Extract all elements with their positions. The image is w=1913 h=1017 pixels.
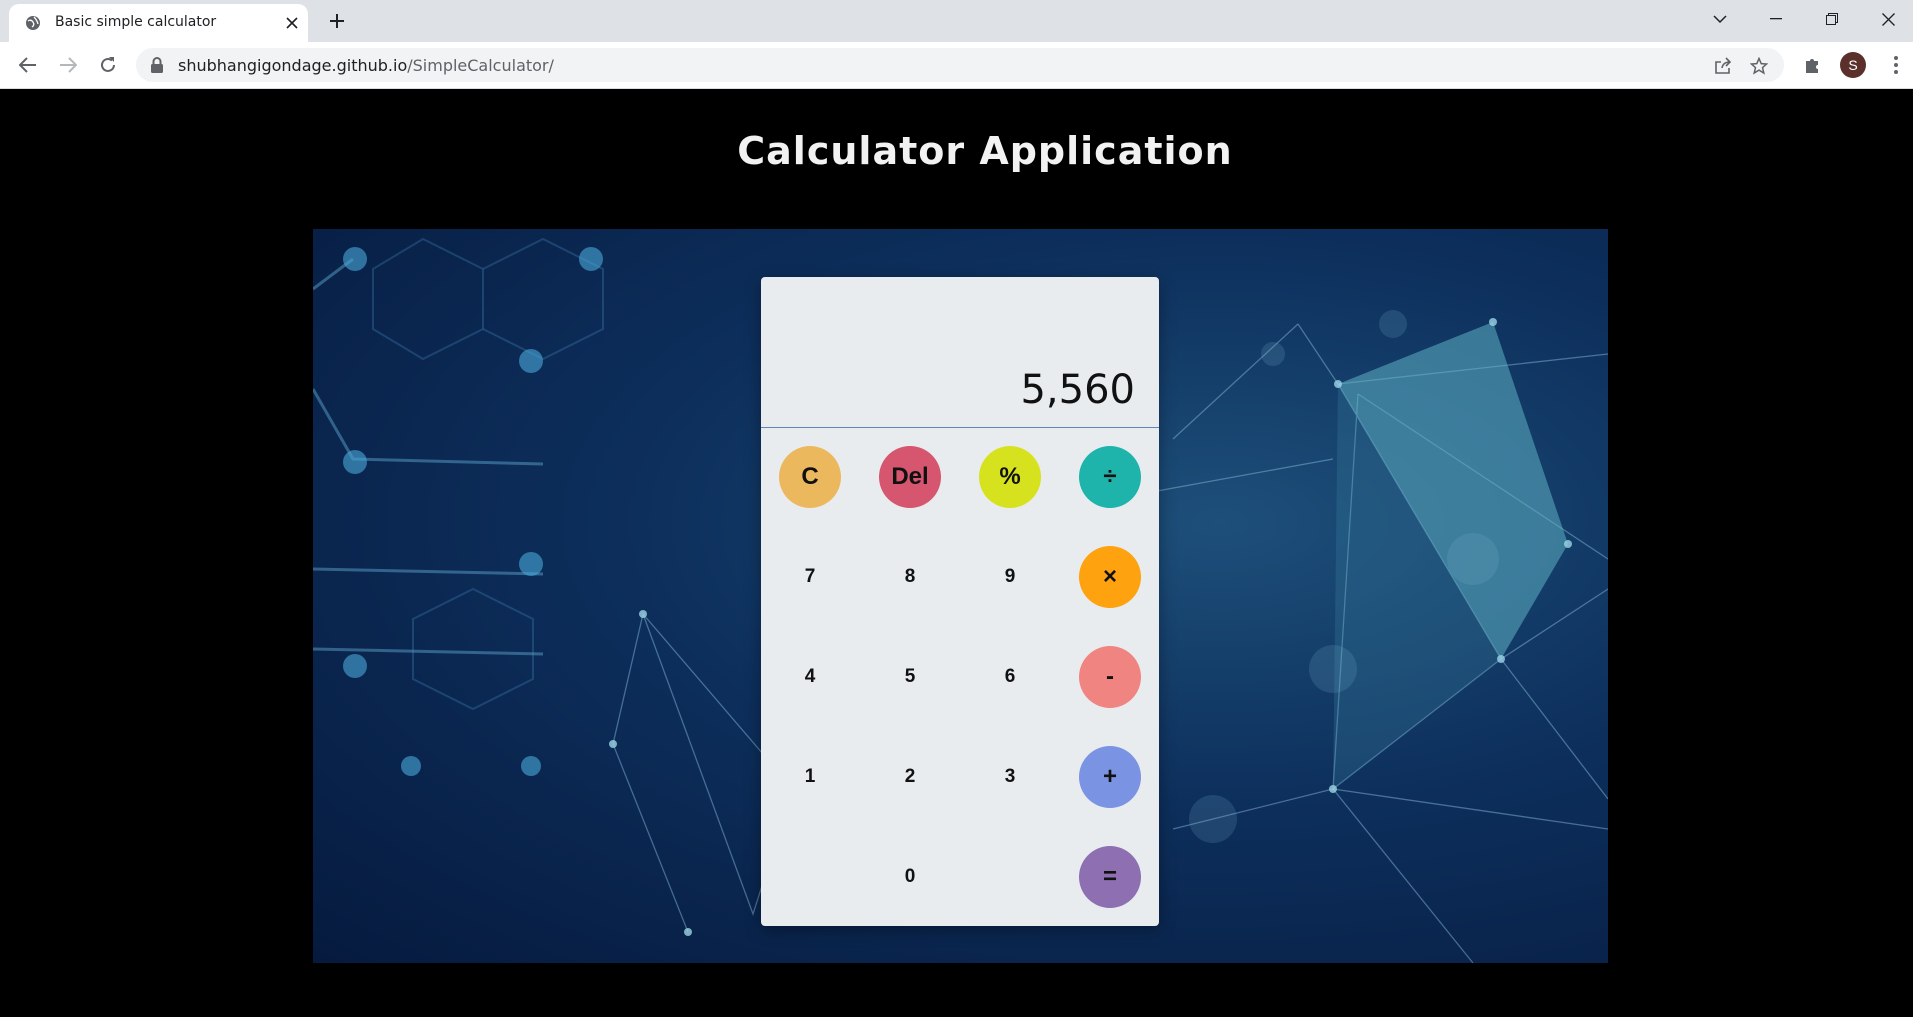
page-title: Calculator Application — [737, 129, 1233, 173]
delete-button[interactable]: Del — [879, 446, 941, 508]
digit-8-button[interactable]: 8 — [879, 546, 941, 608]
share-icon[interactable] — [1712, 55, 1734, 77]
digit-0-button[interactable]: 0 — [879, 846, 941, 908]
kebab-menu-icon[interactable] — [1882, 51, 1910, 79]
close-window-icon[interactable] — [1860, 0, 1913, 38]
tab-search-icon[interactable] — [1692, 0, 1748, 38]
browser-toolbar: shubhangigondage.github.io/SimpleCalcula… — [0, 42, 1913, 89]
url-text[interactable]: shubhangigondage.github.io/SimpleCalcula… — [178, 56, 554, 75]
digit-2-button[interactable]: 2 — [879, 746, 941, 808]
digit-4-button[interactable]: 4 — [779, 646, 841, 708]
reload-icon[interactable] — [92, 49, 124, 81]
star-icon[interactable] — [1748, 55, 1770, 77]
new-tab-button[interactable] — [320, 5, 354, 37]
percent-button[interactable]: % — [979, 446, 1041, 508]
multiply-button[interactable]: × — [1079, 546, 1141, 608]
forward-icon[interactable] — [52, 49, 84, 81]
display-value: 5,560 — [1020, 367, 1135, 413]
browser-tabstrip: Basic simple calculator — [0, 0, 1913, 42]
digit-6-button[interactable]: 6 — [979, 646, 1041, 708]
globe-icon — [25, 15, 41, 31]
calculator: 5,560 C Del % ÷ 7 8 9 × 4 5 6 - 1 2 3 + … — [761, 277, 1159, 926]
url-path: /SimpleCalculator/ — [407, 56, 554, 75]
page: Calculator Application 5,560 C Del % ÷ 7… — [0, 89, 1913, 1017]
url-host: shubhangigondage.github.io — [178, 56, 408, 75]
back-icon[interactable] — [12, 49, 44, 81]
tab-title: Basic simple calculator — [55, 14, 217, 30]
digit-5-button[interactable]: 5 — [879, 646, 941, 708]
avatar[interactable]: S — [1840, 52, 1866, 78]
minus-button[interactable]: - — [1079, 646, 1141, 708]
digit-1-button[interactable]: 1 — [779, 746, 841, 808]
digit-3-button[interactable]: 3 — [979, 746, 1041, 808]
lock-icon[interactable] — [150, 57, 166, 73]
minimize-icon[interactable] — [1748, 0, 1804, 38]
clear-button[interactable]: C — [779, 446, 841, 508]
restore-icon[interactable] — [1804, 0, 1860, 38]
plus-button[interactable]: + — [1079, 746, 1141, 808]
address-bar[interactable]: shubhangigondage.github.io/SimpleCalcula… — [136, 48, 1784, 82]
puzzle-icon[interactable] — [1798, 51, 1826, 79]
close-tab-icon[interactable] — [282, 13, 302, 33]
calculator-display: 5,560 — [761, 277, 1159, 428]
equals-button[interactable]: = — [1079, 846, 1141, 908]
digit-7-button[interactable]: 7 — [779, 546, 841, 608]
browser-tab[interactable]: Basic simple calculator — [9, 4, 308, 42]
divide-button[interactable]: ÷ — [1079, 446, 1141, 508]
digit-9-button[interactable]: 9 — [979, 546, 1041, 608]
